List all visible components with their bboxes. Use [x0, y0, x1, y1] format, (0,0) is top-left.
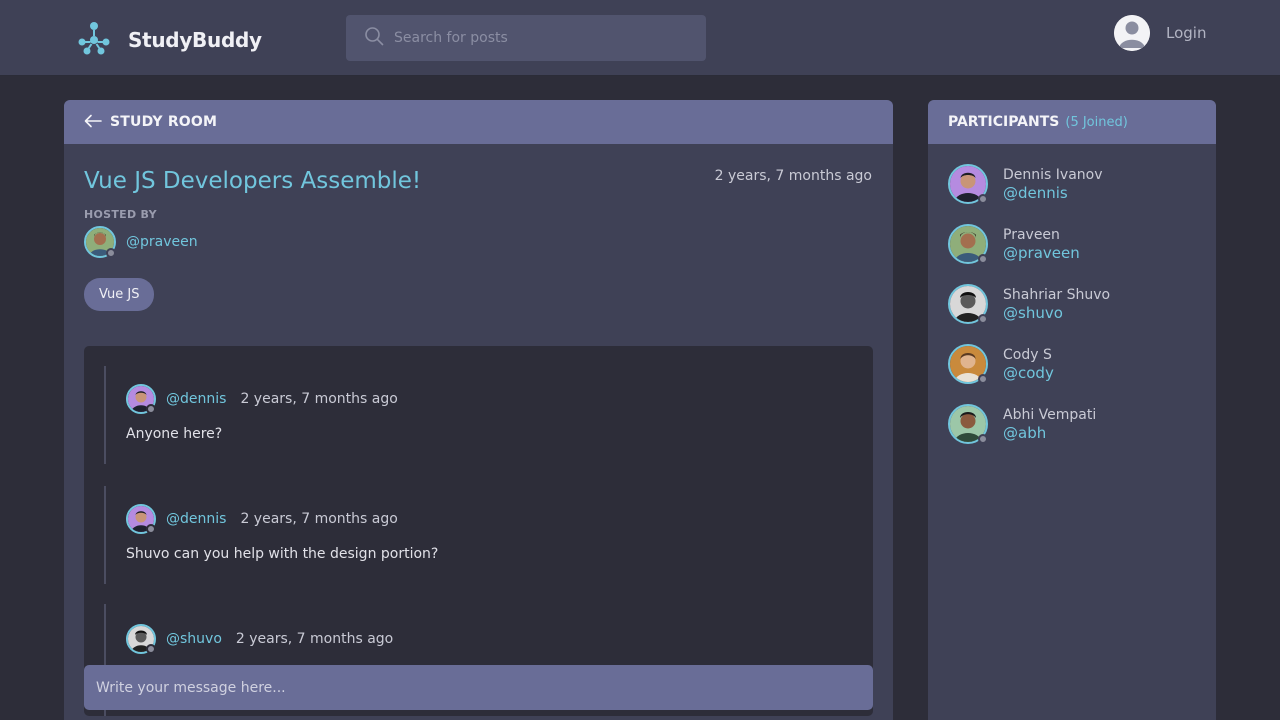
app-logo[interactable]: StudyBuddy — [76, 20, 262, 60]
message-time: 2 years, 7 months ago — [235, 631, 394, 647]
avatar — [126, 624, 156, 654]
status-dot-icon — [978, 374, 988, 384]
participant-handle[interactable]: @cody — [1003, 364, 1054, 382]
participants-title: PARTICIPANTS — [948, 114, 1060, 130]
participant-name: Cody S — [1003, 347, 1052, 363]
participant-handle[interactable]: @praveen — [1003, 244, 1080, 262]
message-author[interactable]: @dennis — [166, 511, 226, 527]
topic-tag[interactable]: Vue JS — [84, 278, 155, 311]
message-body: Shuvo can you help with the design porti… — [126, 546, 439, 562]
message-item: @dennis 2 years, 7 months ago Anyone her… — [104, 366, 844, 464]
status-dot-icon — [978, 194, 988, 204]
message-composer[interactable] — [84, 665, 873, 710]
room-header-title: STUDY ROOM — [110, 114, 218, 130]
status-dot-icon — [106, 248, 116, 258]
avatar — [948, 404, 988, 444]
message-body: Anyone here? — [126, 426, 223, 442]
participant-item[interactable]: Shahriar Shuvo @shuvo — [948, 284, 1110, 324]
user-silhouette-icon — [1114, 15, 1150, 51]
participant-name: Dennis Ivanov — [1003, 167, 1103, 183]
participant-handle[interactable]: @shuvo — [1003, 304, 1110, 322]
room-panel: STUDY ROOM Vue JS Developers Assemble! 2… — [64, 100, 893, 720]
room-title: Vue JS Developers Assemble! — [84, 168, 422, 194]
room-header: STUDY ROOM — [64, 100, 893, 144]
login-label: Login — [1166, 24, 1207, 42]
participants-panel: PARTICIPANTS (5 Joined) Dennis Ivanov @d… — [928, 100, 1216, 720]
avatar — [84, 226, 116, 258]
avatar — [126, 504, 156, 534]
participants-header: PARTICIPANTS (5 Joined) — [928, 100, 1216, 144]
message-item: @dennis 2 years, 7 months ago Shuvo can … — [104, 486, 844, 584]
status-dot-icon — [978, 434, 988, 444]
search-bar[interactable] — [346, 15, 706, 61]
hosted-by-label: HOSTED BY — [84, 208, 157, 221]
participant-name: Abhi Vempati — [1003, 407, 1097, 423]
host-info[interactable]: @praveen — [84, 226, 198, 258]
back-arrow-icon[interactable] — [84, 113, 102, 132]
login-link[interactable]: Login — [1114, 15, 1206, 51]
status-dot-icon — [978, 314, 988, 324]
message-time: 2 years, 7 months ago — [240, 511, 398, 527]
participants-count: (5 Joined) — [1065, 114, 1128, 130]
avatar — [948, 284, 988, 324]
status-dot-icon — [978, 254, 988, 264]
room-created-time: 2 years, 7 months ago — [714, 168, 872, 184]
search-input[interactable] — [394, 30, 684, 46]
message-input[interactable] — [96, 679, 856, 696]
status-dot-icon — [146, 524, 156, 534]
host-username[interactable]: @praveen — [126, 234, 198, 250]
participant-name: Praveen — [1003, 227, 1060, 243]
participant-handle[interactable]: @dennis — [1003, 184, 1103, 202]
avatar — [948, 164, 988, 204]
conversation-thread[interactable]: @dennis 2 years, 7 months ago Anyone her… — [84, 346, 873, 716]
message-author[interactable]: @shuvo — [166, 631, 222, 647]
participant-handle[interactable]: @abh — [1003, 424, 1096, 442]
participant-item[interactable]: Dennis Ivanov @dennis — [948, 164, 1110, 204]
avatar — [948, 344, 988, 384]
message-author[interactable]: @dennis — [166, 391, 226, 407]
status-dot-icon — [146, 404, 156, 414]
participants-list: Dennis Ivanov @dennis Praveen @praveen S… — [948, 164, 1110, 464]
avatar — [948, 224, 988, 264]
app-name: StudyBuddy — [128, 28, 262, 52]
participant-item[interactable]: Abhi Vempati @abh — [948, 404, 1110, 444]
message-time: 2 years, 7 months ago — [240, 391, 398, 407]
participant-item[interactable]: Praveen @praveen — [948, 224, 1110, 264]
status-dot-icon — [146, 644, 156, 654]
participant-name: Shahriar Shuvo — [1003, 287, 1111, 303]
logo-icon — [76, 20, 112, 60]
participant-item[interactable]: Cody S @cody — [948, 344, 1110, 384]
top-navbar: StudyBuddy Login — [0, 0, 1280, 76]
avatar — [126, 384, 156, 414]
search-icon — [364, 26, 384, 50]
